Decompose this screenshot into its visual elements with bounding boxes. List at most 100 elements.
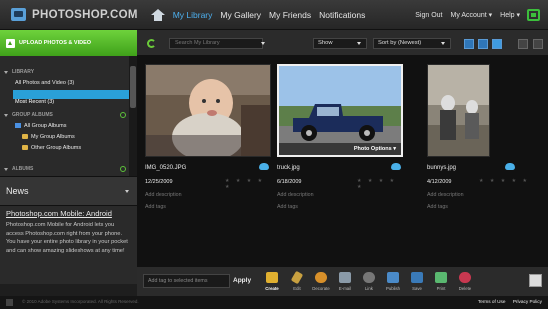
group-albums-heading[interactable]: GROUP ALBUMS xyxy=(4,112,53,118)
share-cloud-icon[interactable] xyxy=(259,163,269,170)
photo-filename[interactable]: truck.jpg xyxy=(277,165,300,171)
detail-view-button[interactable] xyxy=(533,39,543,49)
sidebar-item-all-photos[interactable]: All Photos and Video (3) xyxy=(15,80,74,86)
nav-notifications[interactable]: Notifications xyxy=(319,10,365,20)
delete-icon xyxy=(459,272,471,283)
add-tags-link[interactable]: Add tags xyxy=(427,204,448,210)
tag-input[interactable]: Add tag to selected items xyxy=(143,274,230,288)
folder-icon xyxy=(22,145,28,150)
medium-thumbs-button[interactable] xyxy=(478,39,488,49)
news-panel-header[interactable]: News xyxy=(0,176,137,206)
search-dropdown-icon[interactable] xyxy=(261,42,265,45)
library-heading[interactable]: LIBRARY xyxy=(4,69,34,75)
page-footer: © 2010 Adobe Systems Incorporated. All R… xyxy=(0,296,548,309)
apply-tag-button[interactable]: Apply xyxy=(233,274,251,288)
link-button[interactable]: Link xyxy=(358,272,380,291)
photo-date: 12/25/2009 xyxy=(145,179,173,185)
photo-date: 6/18/2009 xyxy=(277,179,302,185)
chevron-down-icon xyxy=(357,42,361,45)
photo-filename[interactable]: bunnys.jpg xyxy=(427,165,456,171)
upload-button[interactable]: UPLOAD PHOTOS & VIDEO xyxy=(0,30,137,56)
sidebar-item-most-recent[interactable]: Most Recent (3) xyxy=(13,90,129,105)
news-text: Photoshop.com Mobile for Android lets yo… xyxy=(6,222,128,254)
large-thumbs-button[interactable] xyxy=(492,39,502,49)
slideshow-icon[interactable] xyxy=(529,274,542,287)
small-thumbs-button[interactable] xyxy=(464,39,474,49)
email-button[interactable]: E-mail xyxy=(334,272,356,291)
print-icon xyxy=(435,272,447,283)
terms-of-use-link[interactable]: Terms of Use xyxy=(478,299,506,304)
email-icon xyxy=(339,272,351,283)
action-bar: Add tag to selected items Apply Create E… xyxy=(137,266,548,296)
print-button[interactable]: Print xyxy=(430,272,452,291)
sort-select[interactable]: Sort by (Newest) xyxy=(373,38,451,49)
add-description-link[interactable]: Add description xyxy=(277,192,314,198)
add-album-icon[interactable] xyxy=(120,166,126,172)
publish-icon xyxy=(387,272,399,283)
nav-my-library[interactable]: My Library xyxy=(173,10,213,20)
rating-stars[interactable]: ★ ★ ★ ★ ★ xyxy=(225,178,273,190)
share-cloud-icon[interactable] xyxy=(505,163,515,170)
help-menu[interactable]: Help ▾ xyxy=(500,11,520,19)
news-link[interactable]: Photoshop.com Mobile: Android xyxy=(6,209,130,218)
sidebar-item-other-group-albums[interactable]: Other Group Albums xyxy=(22,145,81,151)
show-filter-select[interactable]: Show xyxy=(313,38,367,49)
photo-filename[interactable]: IMG_0520.JPG xyxy=(145,165,186,171)
add-group-album-icon[interactable] xyxy=(120,112,126,118)
sidebar-item-my-group-albums[interactable]: My Group Albums xyxy=(22,134,75,140)
link-icon xyxy=(363,272,375,283)
chevron-down-icon xyxy=(125,190,129,193)
sidebar-item-all-group-albums[interactable]: All Group Albums xyxy=(15,123,67,129)
folder-icon xyxy=(22,134,28,139)
decorate-icon xyxy=(315,272,327,283)
scrollbar-thumb[interactable] xyxy=(130,66,136,108)
add-description-link[interactable]: Add description xyxy=(145,192,182,198)
photo-grid: IMG_0520.JPG 12/25/2009 ★ ★ ★ ★ ★ Add de… xyxy=(137,56,548,266)
add-tags-link[interactable]: Add tags xyxy=(277,204,298,210)
nav-my-friends[interactable]: My Friends xyxy=(269,10,311,20)
footer-links: Terms of Use Privacy Policy xyxy=(472,299,542,304)
library-toolbar: Search My Library Show Sort by (Newest) xyxy=(137,30,548,56)
share-cloud-icon[interactable] xyxy=(391,163,401,170)
sidebar-scrollbar[interactable] xyxy=(129,56,137,176)
news-body: Photoshop.com Mobile: Android Photoshop.… xyxy=(6,209,130,255)
search-input[interactable]: Search My Library xyxy=(169,38,263,49)
photo-options-menu[interactable]: Photo Options ▾ xyxy=(279,143,401,155)
chevron-down-icon xyxy=(441,42,445,45)
adobe-logo-icon xyxy=(6,299,13,306)
group-icon xyxy=(15,123,21,129)
grid-view-button[interactable] xyxy=(518,39,528,49)
my-account-menu[interactable]: My Account ▾ xyxy=(450,11,492,19)
collapse-arrow-icon xyxy=(4,70,8,74)
add-tags-link[interactable]: Add tags xyxy=(145,204,166,210)
nav-my-gallery[interactable]: My Gallery xyxy=(220,10,261,20)
save-icon xyxy=(411,272,423,283)
privacy-policy-link[interactable]: Privacy Policy xyxy=(513,299,542,304)
rating-stars[interactable]: ★ ★ ★ ★ ★ xyxy=(357,178,405,190)
upload-label: UPLOAD PHOTOS & VIDEO xyxy=(19,40,92,46)
site-logo[interactable]: PHOTOSHOP.COM xyxy=(11,8,138,21)
edit-button[interactable]: Edit xyxy=(286,270,308,291)
photo-thumbnail-bunnys[interactable] xyxy=(427,64,490,157)
main-nav: My Library My Gallery My Friends Notific… xyxy=(173,10,374,20)
top-header: PHOTOSHOP.COM My Library My Gallery My F… xyxy=(0,0,548,30)
decorate-button[interactable]: Decorate xyxy=(310,272,332,291)
copyright-text: © 2010 Adobe Systems Incorporated. All R… xyxy=(22,299,139,304)
fullscreen-toggle-icon[interactable] xyxy=(527,9,540,21)
rating-stars[interactable]: ★ ★ ★ ★ ★ xyxy=(479,178,529,184)
upload-icon xyxy=(6,38,15,48)
save-button[interactable]: Save xyxy=(406,272,428,291)
add-description-link[interactable]: Add description xyxy=(427,192,464,198)
albums-heading[interactable]: ALBUMS xyxy=(4,166,33,172)
photo-thumbnail-truck[interactable]: Photo Options ▾ xyxy=(277,64,403,157)
create-button[interactable]: Create xyxy=(261,272,283,291)
delete-button[interactable]: Delete xyxy=(454,272,476,291)
collapse-arrow-icon xyxy=(4,113,8,117)
publish-button[interactable]: Publish xyxy=(382,272,404,291)
collapse-arrow-icon xyxy=(4,167,8,171)
home-icon[interactable] xyxy=(150,8,165,21)
photo-date: 4/12/2009 xyxy=(427,179,452,185)
photo-thumbnail-baby[interactable] xyxy=(145,64,271,157)
sign-out-link[interactable]: Sign Out xyxy=(415,12,442,19)
refresh-icon[interactable] xyxy=(147,39,156,48)
